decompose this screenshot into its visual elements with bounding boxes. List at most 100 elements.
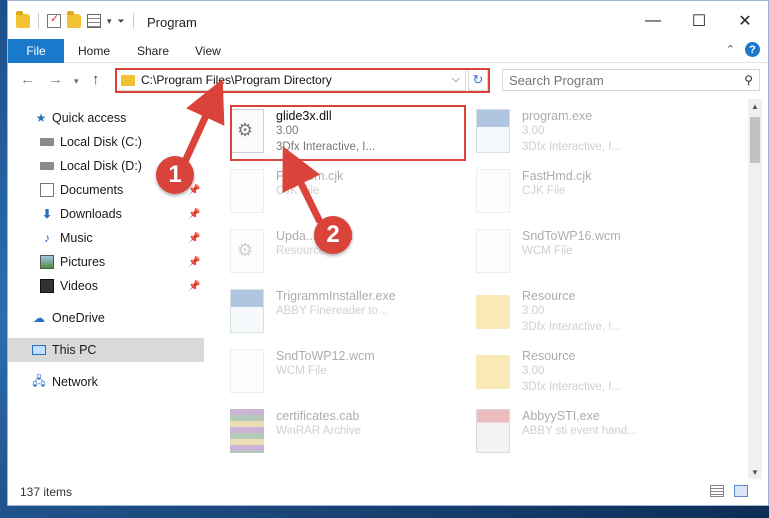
app-icon bbox=[230, 289, 264, 333]
file-detail: WinRAR Archive bbox=[276, 425, 361, 437]
search-icon[interactable]: ⚲ bbox=[744, 73, 753, 87]
recent-locations-icon[interactable]: ▾ bbox=[74, 76, 79, 87]
search-input[interactable] bbox=[509, 72, 729, 88]
details-view-icon[interactable] bbox=[710, 485, 724, 497]
file-detail: ABBY sti event hand... bbox=[522, 425, 637, 437]
step-2-badge: 2 bbox=[314, 216, 352, 254]
sidebar-item-label: Documents bbox=[60, 183, 124, 197]
collapse-ribbon-icon[interactable]: ⌃ bbox=[726, 43, 735, 56]
sidebar-item-onedrive[interactable]: ☁ OneDrive bbox=[8, 306, 204, 330]
file-icon bbox=[230, 349, 264, 393]
new-folder-icon[interactable] bbox=[67, 11, 81, 28]
file-detail: WCM File bbox=[522, 245, 573, 257]
file-name: FastHmd.cjk bbox=[522, 169, 592, 183]
sidebar-item-label: Videos bbox=[60, 279, 98, 293]
sidebar-item-label: Local Disk (C:) bbox=[60, 135, 142, 149]
file-tile[interactable]: program.exe 3.00 3Dfx Interactive, I... bbox=[468, 103, 714, 163]
scroll-down-icon[interactable]: ▼ bbox=[748, 465, 762, 479]
sidebar-item-music[interactable]: ♪ Music 📌 bbox=[8, 226, 204, 250]
sidebar-item-videos[interactable]: Videos 📌 bbox=[8, 274, 204, 298]
pictures-icon bbox=[40, 255, 54, 269]
tab-file[interactable]: File bbox=[8, 39, 64, 63]
file-detail: CJK File bbox=[522, 185, 566, 197]
file-tile[interactable]: Resource 3.00 3Dfx Interactive, I... bbox=[468, 283, 714, 343]
file-tile[interactable]: TrigrammInstaller.exe ABBY Finereader to… bbox=[222, 283, 468, 343]
file-tile[interactable]: FastHmd.cjk CJK File bbox=[468, 163, 714, 223]
folder-icon bbox=[476, 355, 510, 389]
network-icon: 🖧 bbox=[32, 373, 46, 388]
vertical-scrollbar[interactable]: ▲ ▼ bbox=[748, 99, 762, 479]
folder-icon bbox=[16, 11, 30, 28]
sidebar-item-quick-access[interactable]: ★ Quick access bbox=[8, 106, 204, 130]
scrollbar-thumb[interactable] bbox=[750, 117, 760, 163]
file-list: glide3x.dll 3.00 3Dfx Interactive, I... … bbox=[222, 99, 738, 479]
sidebar-item-label: Quick access bbox=[52, 111, 127, 125]
tiles-view-icon[interactable] bbox=[734, 485, 748, 497]
sidebar-item-label: OneDrive bbox=[52, 311, 105, 325]
forward-arrow-icon[interactable]: → bbox=[48, 71, 63, 88]
minimize-button[interactable]: — bbox=[630, 1, 676, 41]
file-name: SndToWP12.wcm bbox=[276, 349, 375, 363]
sidebar-item-label: This PC bbox=[52, 343, 97, 357]
file-icon bbox=[476, 229, 510, 273]
disk-icon bbox=[40, 162, 54, 170]
exe-icon bbox=[476, 409, 510, 453]
address-highlight-box bbox=[115, 68, 490, 93]
file-detail: CJK File bbox=[276, 185, 320, 197]
app-icon bbox=[476, 109, 510, 153]
maximize-button[interactable]: ☐ bbox=[676, 1, 722, 41]
star-icon: ★ bbox=[35, 111, 47, 125]
quick-access-toolbar: ▾ ⏷ bbox=[16, 11, 136, 29]
customize-toolbar-icon[interactable]: ⏷ bbox=[118, 16, 125, 27]
file-tile[interactable]: certificates.cab WinRAR Archive bbox=[222, 403, 468, 463]
pin-icon[interactable]: 📌 bbox=[188, 209, 200, 220]
file-tile[interactable]: AbbyySTI.exe ABBY sti event hand... bbox=[468, 403, 714, 463]
tab-home[interactable]: Home bbox=[78, 44, 110, 58]
pin-icon[interactable]: 📌 bbox=[188, 281, 200, 292]
pin-icon[interactable]: 📌 bbox=[188, 257, 200, 268]
tab-share[interactable]: Share bbox=[137, 44, 169, 58]
file-detail: 3Dfx Interactive, I... bbox=[522, 321, 622, 333]
file-detail: 3.00 bbox=[522, 305, 545, 317]
dll-icon bbox=[230, 229, 264, 273]
file-name: certificates.cab bbox=[276, 409, 360, 423]
file-name: Resource bbox=[522, 349, 576, 363]
toolbar-separator bbox=[38, 13, 39, 29]
file-tile[interactable]: Resource 3.00 3Dfx Interactive, I... bbox=[468, 343, 714, 403]
sidebar-item-network[interactable]: 🖧 Network bbox=[8, 370, 204, 394]
scroll-up-icon[interactable]: ▲ bbox=[748, 99, 762, 113]
back-arrow-icon[interactable]: ← bbox=[20, 71, 35, 88]
sidebar-item-label: Network bbox=[52, 375, 98, 389]
cloud-icon: ☁ bbox=[33, 311, 45, 325]
disk-icon bbox=[40, 138, 54, 146]
file-detail: 3Dfx Interactive, I... bbox=[522, 381, 622, 393]
toolbar-separator bbox=[132, 13, 134, 29]
sidebar-item-pictures[interactable]: Pictures 📌 bbox=[8, 250, 204, 274]
chevron-down-icon[interactable]: ▾ bbox=[107, 16, 112, 27]
file-highlight-box bbox=[230, 105, 466, 161]
file-detail: 3Dfx Interactive, I... bbox=[522, 141, 622, 153]
archive-icon bbox=[230, 409, 264, 453]
file-detail: 3.00 bbox=[522, 125, 545, 137]
search-box[interactable]: ⚲ bbox=[502, 69, 760, 91]
file-name: Resource bbox=[522, 289, 576, 303]
file-name: program.exe bbox=[522, 109, 593, 123]
step-1-badge: 1 bbox=[156, 156, 194, 194]
file-detail: ABBY Finereader to... bbox=[276, 305, 388, 317]
tab-view[interactable]: View bbox=[195, 44, 221, 58]
pin-icon[interactable]: 📌 bbox=[188, 233, 200, 244]
properties-icon[interactable] bbox=[47, 12, 61, 28]
close-button[interactable]: ✕ bbox=[722, 1, 768, 41]
sidebar-item-local-disk-c[interactable]: Local Disk (C:) bbox=[8, 130, 204, 154]
file-tile[interactable]: Fd...com.cjk CJK File bbox=[222, 163, 468, 223]
file-name: SndToWP16.wcm bbox=[522, 229, 621, 243]
file-detail: 3.00 bbox=[522, 365, 545, 377]
help-icon[interactable]: ? bbox=[745, 42, 760, 57]
file-tile[interactable]: SndToWP12.wcm WCM File bbox=[222, 343, 468, 403]
file-tile[interactable]: SndToWP16.wcm WCM File bbox=[468, 223, 714, 283]
music-icon: ♪ bbox=[44, 231, 50, 245]
up-arrow-icon[interactable]: ↑ bbox=[92, 71, 100, 88]
view-options-icon[interactable] bbox=[87, 14, 101, 28]
sidebar-item-downloads[interactable]: ⬇ Downloads 📌 bbox=[8, 202, 204, 226]
sidebar-item-this-pc[interactable]: This PC bbox=[8, 338, 204, 362]
